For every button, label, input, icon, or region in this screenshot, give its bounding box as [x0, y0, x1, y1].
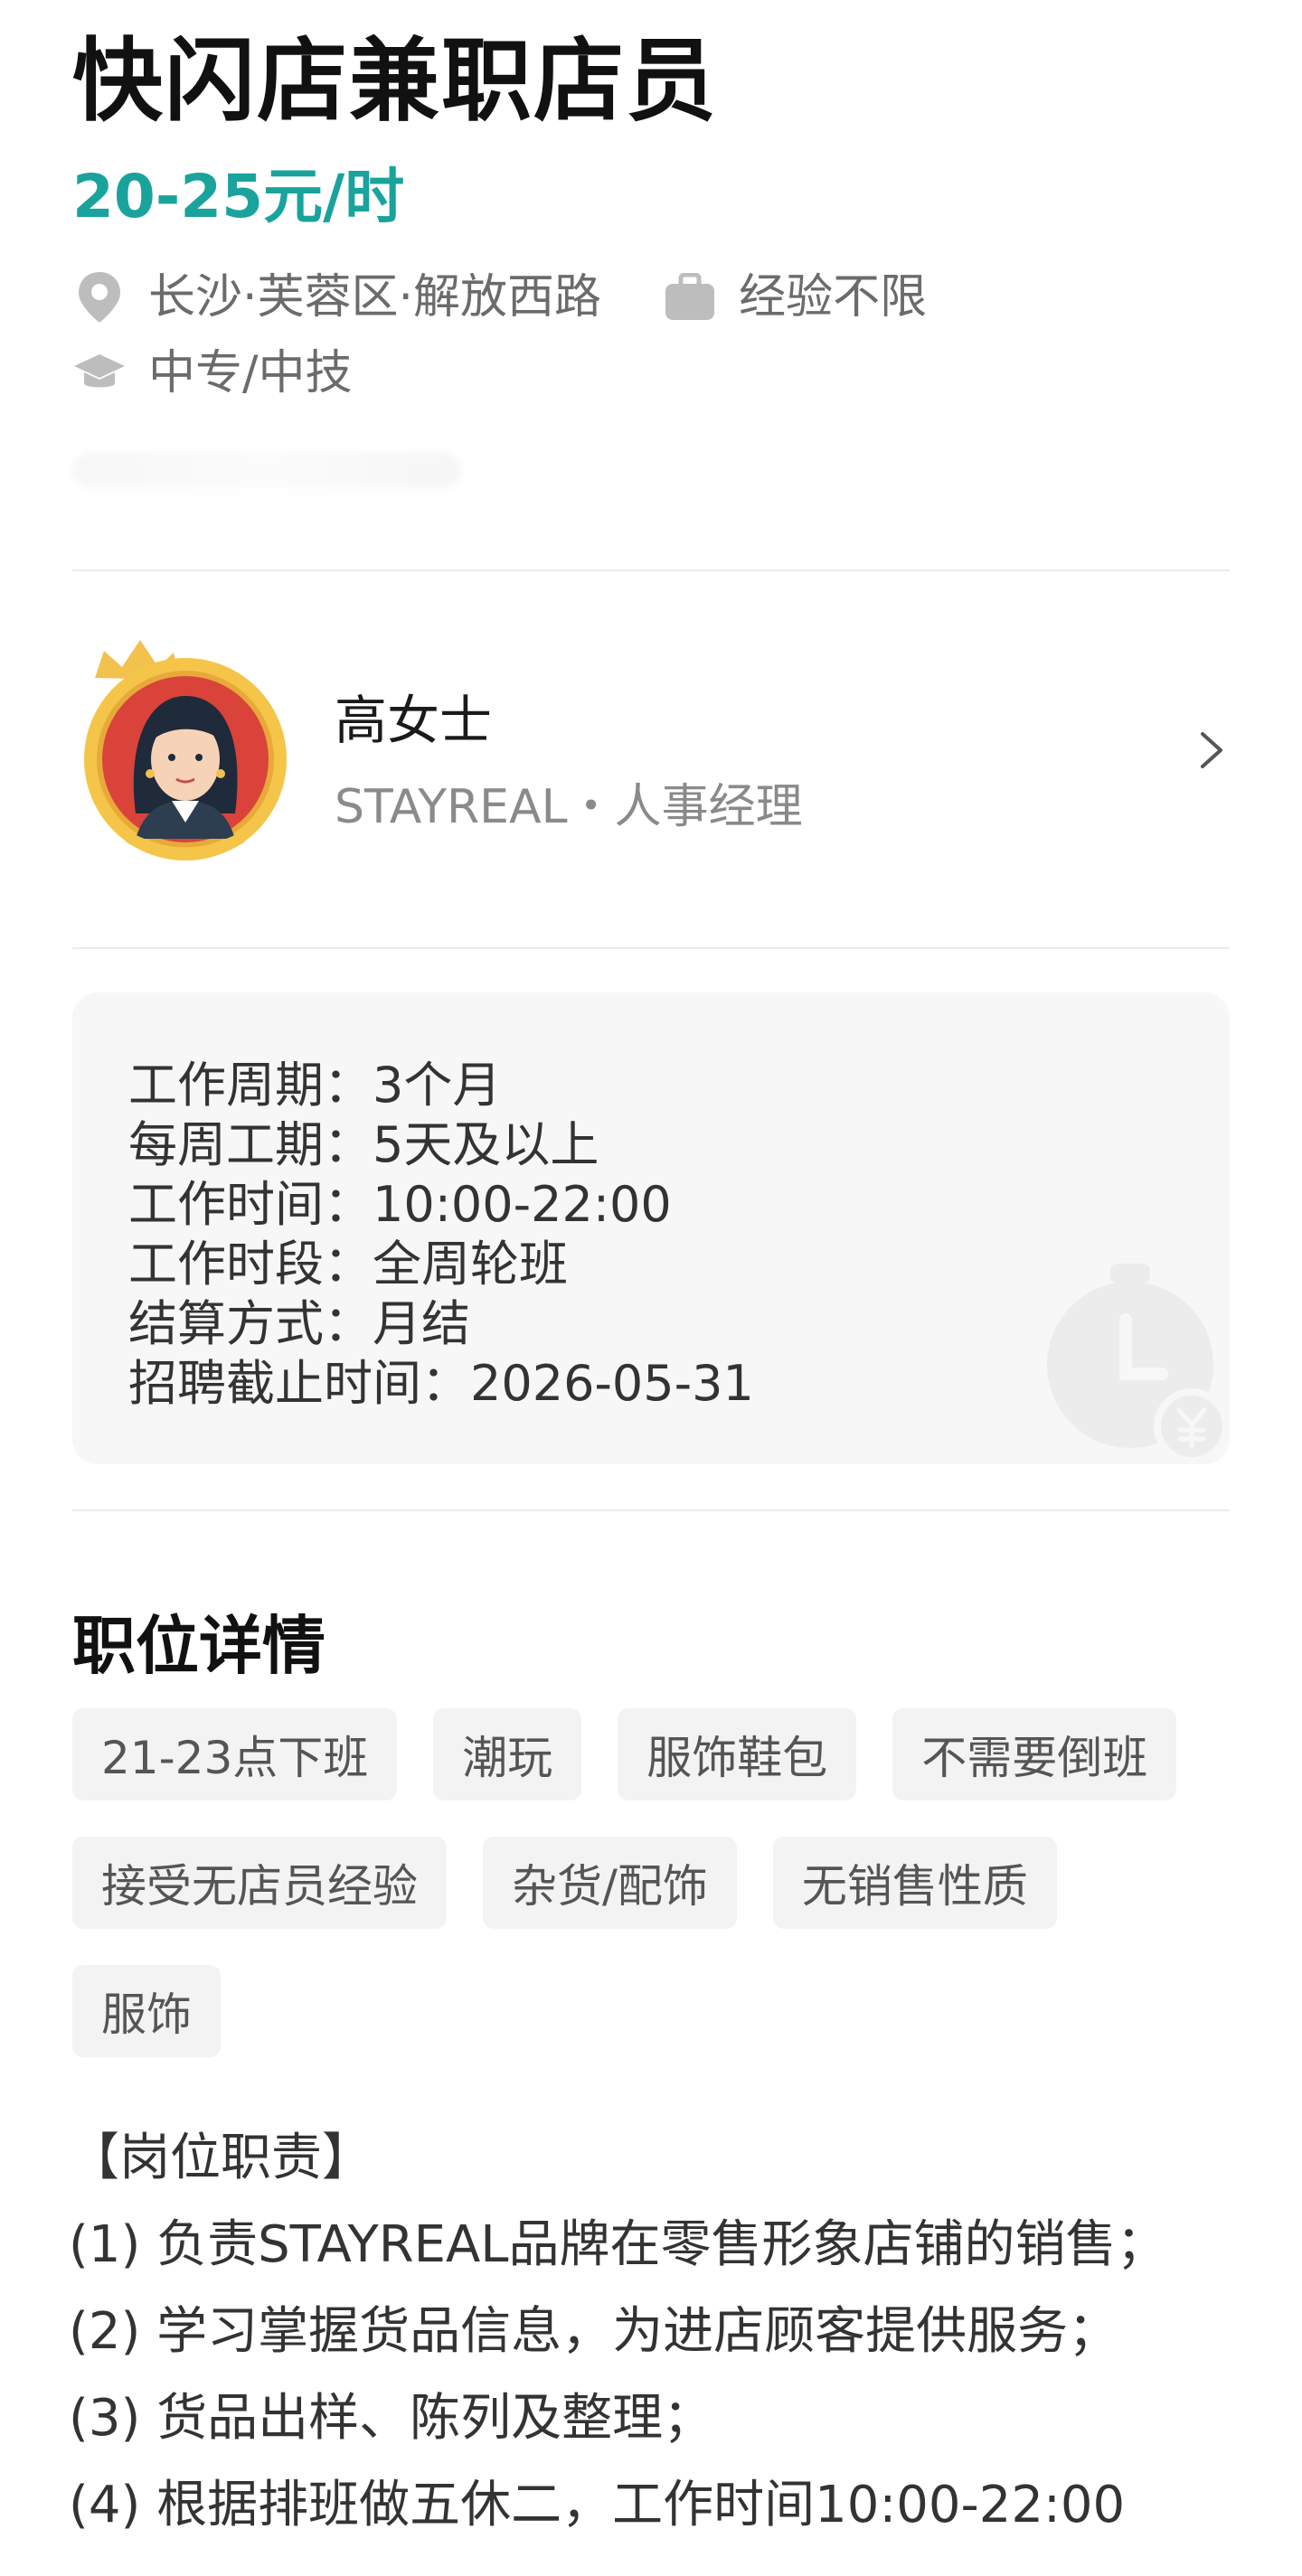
tag: 21-23点下班 — [72, 1708, 398, 1800]
tag: 潮玩 — [433, 1708, 582, 1800]
work-info-line: 招聘截止时间：2026-05-31 — [128, 1355, 754, 1412]
recruiter-company-title: STAYREAL・人事经理 — [335, 780, 803, 834]
description-line: (4) 根据排班做五休二，工作时间10:00-22:00 — [69, 2476, 1126, 2534]
description-line: 【岗位职责】 — [69, 2129, 373, 2187]
blurred-content — [72, 452, 461, 488]
tag: 接受无店员经验 — [72, 1837, 447, 1929]
job-detail-page: 快闪店兼职店员 20-25元/时 长沙·芙蓉区·解放西路 经验不限 中专/中技 … — [0, 0, 1302, 2576]
description-line: (3) 货品出样、陈列及整理； — [69, 2389, 714, 2448]
work-info-line: 每周工期：5天及以上 — [128, 1116, 599, 1173]
divider — [72, 569, 1230, 571]
recruiter-card[interactable]: 高女士 STAYREAL・人事经理 — [72, 633, 1230, 877]
work-info-list: 工作周期：3个月 每周工期：5天及以上 工作时间：10:00-22:00 工作时… — [128, 1056, 754, 1414]
job-description: 【岗位职责】 (1) 负责STAYREAL品牌在零售形象店铺的销售； (2) 学… — [69, 2115, 1167, 2549]
education-meta: 中专/中技 — [72, 345, 353, 401]
description-line: (2) 学习掌握货品信息，为进店顾客提供服务； — [69, 2302, 1119, 2361]
experience-meta: 经验不限 — [663, 269, 927, 325]
education-text: 中专/中技 — [148, 346, 353, 400]
salary: 20-25元/时 — [72, 162, 405, 231]
job-title: 快闪店兼职店员 — [72, 28, 718, 134]
work-info-line: 结算方式：月结 — [128, 1295, 470, 1352]
recruiter-name: 高女士 — [335, 690, 493, 751]
experience-text: 经验不限 — [739, 270, 928, 324]
divider — [72, 947, 1230, 949]
tag: 杂货/配饰 — [483, 1837, 737, 1929]
clock-yen-icon — [1040, 1256, 1230, 1464]
location-pin-icon — [72, 270, 127, 324]
work-info-line: 工作时段：全周轮班 — [128, 1236, 568, 1293]
tag: 不需要倒班 — [892, 1708, 1177, 1800]
tag: 服饰鞋包 — [618, 1708, 857, 1800]
location-text: 长沙·芙蓉区·解放西路 — [148, 270, 602, 324]
briefcase-icon — [663, 270, 717, 324]
avatar — [72, 633, 298, 868]
work-info-line: 工作时间：10:00-22:00 — [128, 1176, 672, 1233]
section-title: 职位详情 — [72, 1609, 326, 1683]
tag: 服饰 — [72, 1965, 221, 2057]
work-info-line: 工作周期：3个月 — [128, 1057, 502, 1114]
divider — [72, 1509, 1230, 1511]
tag: 无销售性质 — [772, 1837, 1057, 1929]
job-meta-row: 长沙·芙蓉区·解放西路 经验不限 — [72, 269, 927, 325]
chevron-right-icon[interactable] — [1194, 723, 1230, 777]
job-meta-row-2: 中专/中技 — [72, 345, 353, 401]
description-line: (1) 负责STAYREAL品牌在零售形象店铺的销售； — [69, 2215, 1167, 2274]
graduation-cap-icon — [72, 346, 127, 400]
tag-list: 21-23点下班 潮玩 服饰鞋包 不需要倒班 接受无店员经验 杂货/配饰 无销售… — [72, 1708, 1248, 2093]
work-info-card: 工作周期：3个月 每周工期：5天及以上 工作时间：10:00-22:00 工作时… — [72, 992, 1230, 1464]
location-meta: 长沙·芙蓉区·解放西路 — [72, 269, 601, 325]
